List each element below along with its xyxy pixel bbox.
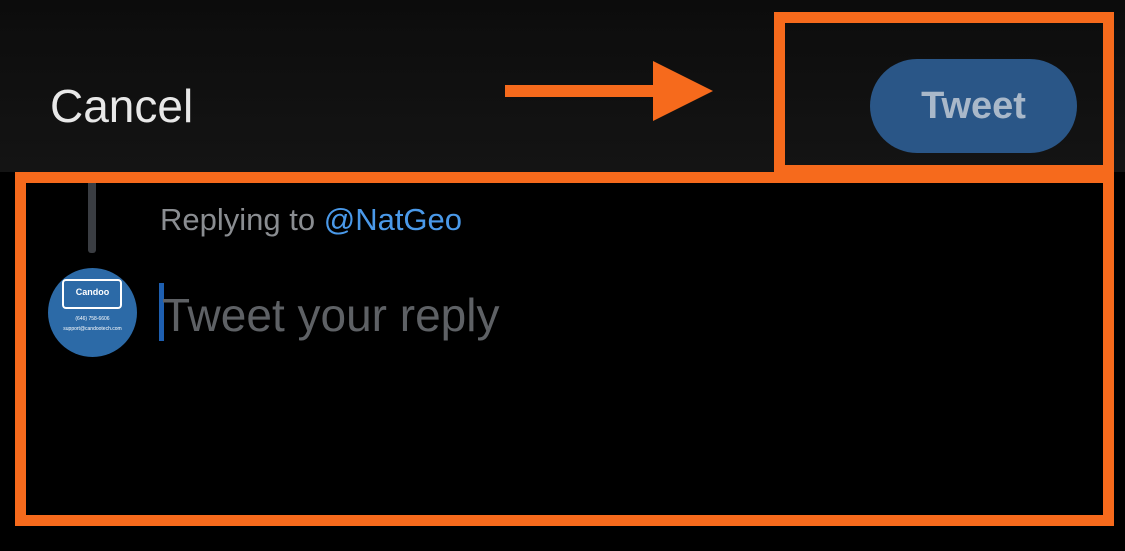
avatar-email-text: support@candootech.com <box>63 326 122 332</box>
avatar-phone-text: (646) 758-6606 <box>75 316 110 322</box>
cancel-button[interactable]: Cancel <box>50 78 193 134</box>
reply-text-input[interactable] <box>160 285 1062 345</box>
reply-composer-screen: Cancel Tweet Replying to @NatGeo Candoo … <box>0 0 1125 551</box>
tweet-button[interactable]: Tweet <box>870 59 1077 153</box>
avatar[interactable]: Candoo (646) 758-6606 support@candootech… <box>48 268 137 357</box>
replying-to-label: Replying to @NatGeo <box>160 200 462 240</box>
replying-handle-link[interactable]: @NatGeo <box>324 202 462 237</box>
replying-prefix: Replying to <box>160 202 316 237</box>
avatar-brand-text: Candoo <box>75 287 110 297</box>
composer-header: Cancel Tweet <box>0 0 1125 172</box>
thread-connector-line <box>88 175 96 253</box>
